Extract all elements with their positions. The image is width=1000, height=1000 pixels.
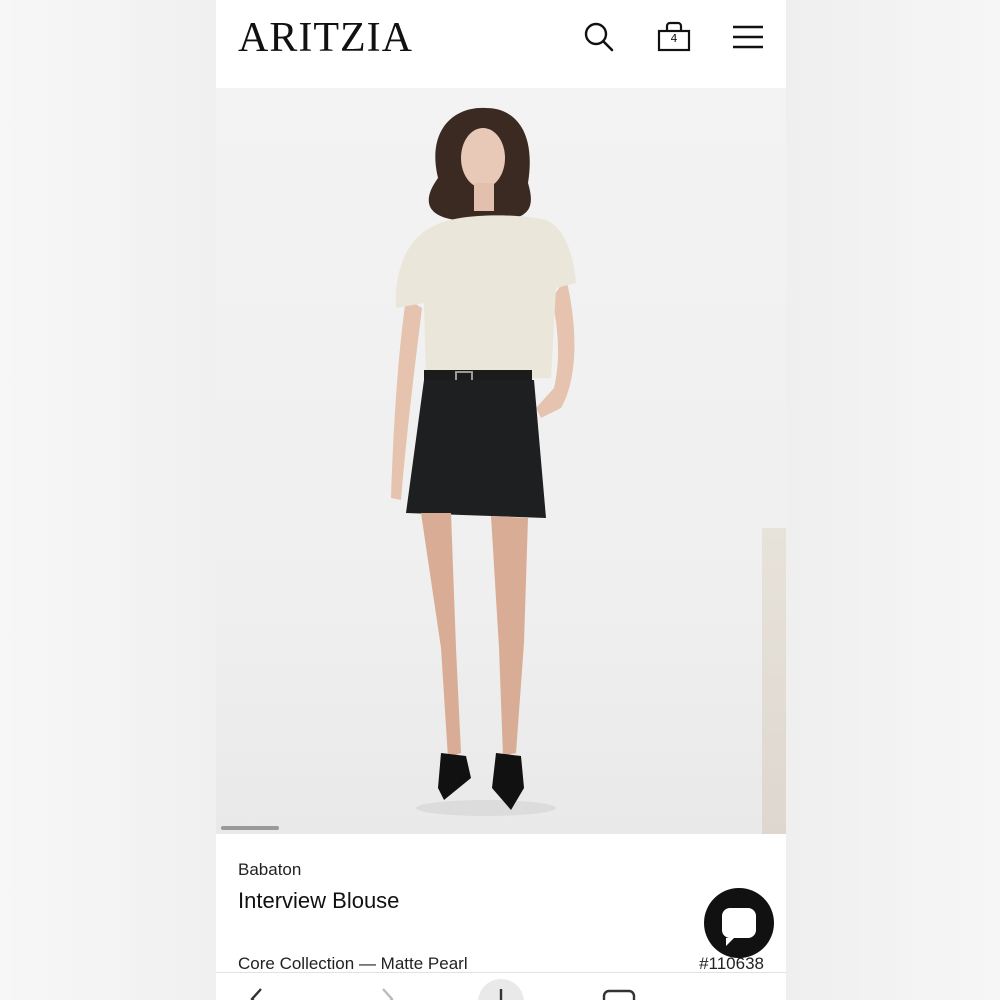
product-name: Interview Blouse [238,888,400,913]
product-image-carousel[interactable] [216,88,786,834]
add-icon[interactable] [478,979,524,1000]
shopping-bag-icon[interactable]: 4 [657,20,691,54]
product-photo [391,107,576,816]
mobile-page: ARITZIA 4 Babaton Interview Blouse Core … [216,0,786,1000]
search-icon[interactable] [582,20,616,54]
chat-button[interactable] [704,888,774,958]
bag-count-badge: 4 [670,32,678,45]
product-collection: Core Collection — Matte Pearl [238,954,468,973]
back-arrow-icon[interactable] [246,987,270,1000]
browser-toolbar [216,972,786,1000]
next-image-preview[interactable] [762,528,786,834]
product-brand[interactable]: Babaton [238,860,301,880]
carousel-progress-indicator [221,826,279,830]
background-left [0,0,216,1000]
tabs-icon[interactable] [602,987,636,1000]
forward-arrow-icon[interactable] [374,987,398,1000]
chat-bubble-icon [722,908,756,946]
hamburger-menu-icon[interactable] [731,20,765,54]
aritzia-logo[interactable]: ARITZIA [238,14,413,62]
background-right [786,0,1000,1000]
site-header: ARITZIA 4 [216,0,786,88]
